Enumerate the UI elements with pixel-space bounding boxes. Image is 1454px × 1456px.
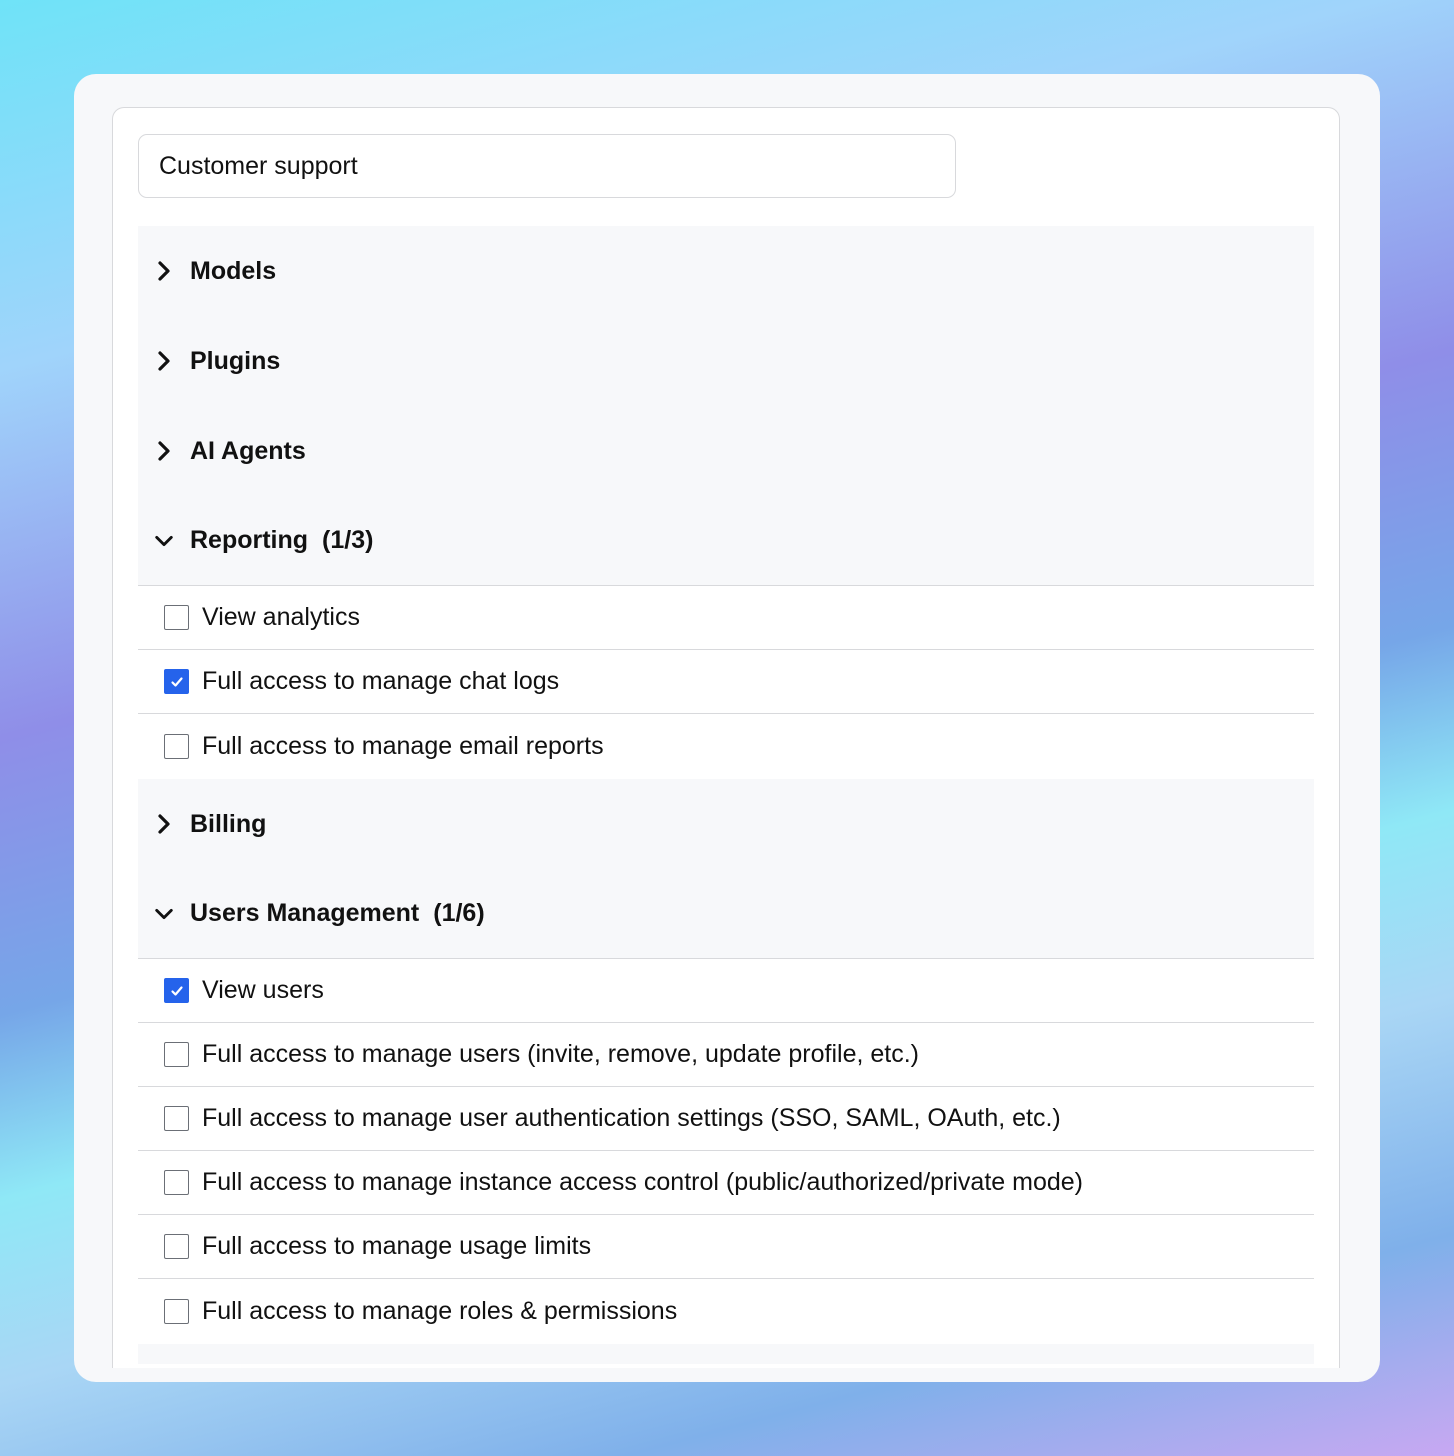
group-header-models[interactable]: Models — [138, 226, 1314, 316]
permission-row: Full access to manage chat logs — [138, 650, 1314, 714]
chevron-right-icon — [154, 441, 174, 461]
permission-label[interactable]: Full access to manage chat logs — [202, 667, 559, 696]
chevron-right-icon — [154, 351, 174, 371]
permission-row: Full access to manage instance access co… — [138, 1151, 1314, 1215]
group-label: AI Agents — [190, 436, 306, 465]
permission-label[interactable]: Full access to manage roles & permission… — [202, 1297, 677, 1326]
chevron-down-icon — [154, 904, 174, 924]
window-frame: Models Plugins AI Agents Reporting (1/3) View… — [74, 74, 1380, 1382]
next-group-header-partial — [138, 1344, 1314, 1364]
permission-row: Full access to manage users (invite, rem… — [138, 1023, 1314, 1087]
group-label: Plugins — [190, 346, 281, 375]
group-header-plugins[interactable]: Plugins — [138, 316, 1314, 406]
group-selected-count: (1/6) — [433, 899, 485, 927]
checkmark-icon — [169, 674, 185, 690]
permission-row: Full access to manage email reports — [138, 714, 1314, 779]
permission-groups-list: Models Plugins AI Agents Reporting (1/3) View… — [138, 226, 1314, 1364]
group-label: Billing — [190, 809, 267, 838]
permission-row: View analytics — [138, 586, 1314, 650]
group-header-users-management[interactable]: Users Management (1/6) — [138, 869, 1314, 959]
permission-checkbox[interactable] — [164, 669, 189, 694]
permission-row: Full access to manage user authenticatio… — [138, 1087, 1314, 1151]
permission-checkbox[interactable] — [164, 978, 189, 1003]
permission-checkbox[interactable] — [164, 1234, 189, 1259]
permission-label[interactable]: View analytics — [202, 603, 360, 632]
permission-checkbox[interactable] — [164, 1170, 189, 1195]
role-editor-card: Models Plugins AI Agents Reporting (1/3) View… — [112, 107, 1340, 1368]
permission-label[interactable]: Full access to manage email reports — [202, 732, 604, 761]
group-label: Models — [190, 256, 277, 285]
permission-row: View users — [138, 959, 1314, 1023]
permission-checkbox[interactable] — [164, 1042, 189, 1067]
permission-label[interactable]: Full access to manage instance access co… — [202, 1168, 1083, 1197]
group-label: Reporting — [190, 526, 309, 554]
permission-checkbox[interactable] — [164, 605, 189, 630]
chevron-right-icon — [154, 261, 174, 281]
permission-label[interactable]: Full access to manage users (invite, rem… — [202, 1040, 919, 1069]
permission-checkbox[interactable] — [164, 1106, 189, 1131]
group-label: Users Management — [190, 899, 420, 927]
group-selected-count: (1/3) — [322, 526, 374, 554]
permission-row: Full access to manage usage limits — [138, 1215, 1314, 1279]
permission-label[interactable]: Full access to manage user authenticatio… — [202, 1104, 1061, 1133]
group-header-reporting[interactable]: Reporting (1/3) — [138, 496, 1314, 586]
permission-row: Full access to manage roles & permission… — [138, 1279, 1314, 1344]
checkmark-icon — [169, 983, 185, 999]
group-header-billing[interactable]: Billing — [138, 779, 1314, 869]
permission-label[interactable]: View users — [202, 976, 324, 1005]
permission-checkbox[interactable] — [164, 734, 189, 759]
group-header-ai-agents[interactable]: AI Agents — [138, 406, 1314, 496]
permission-checkbox[interactable] — [164, 1299, 189, 1324]
chevron-down-icon — [154, 531, 174, 551]
permission-label[interactable]: Full access to manage usage limits — [202, 1232, 591, 1261]
chevron-right-icon — [154, 814, 174, 834]
role-name-input[interactable] — [138, 134, 956, 198]
